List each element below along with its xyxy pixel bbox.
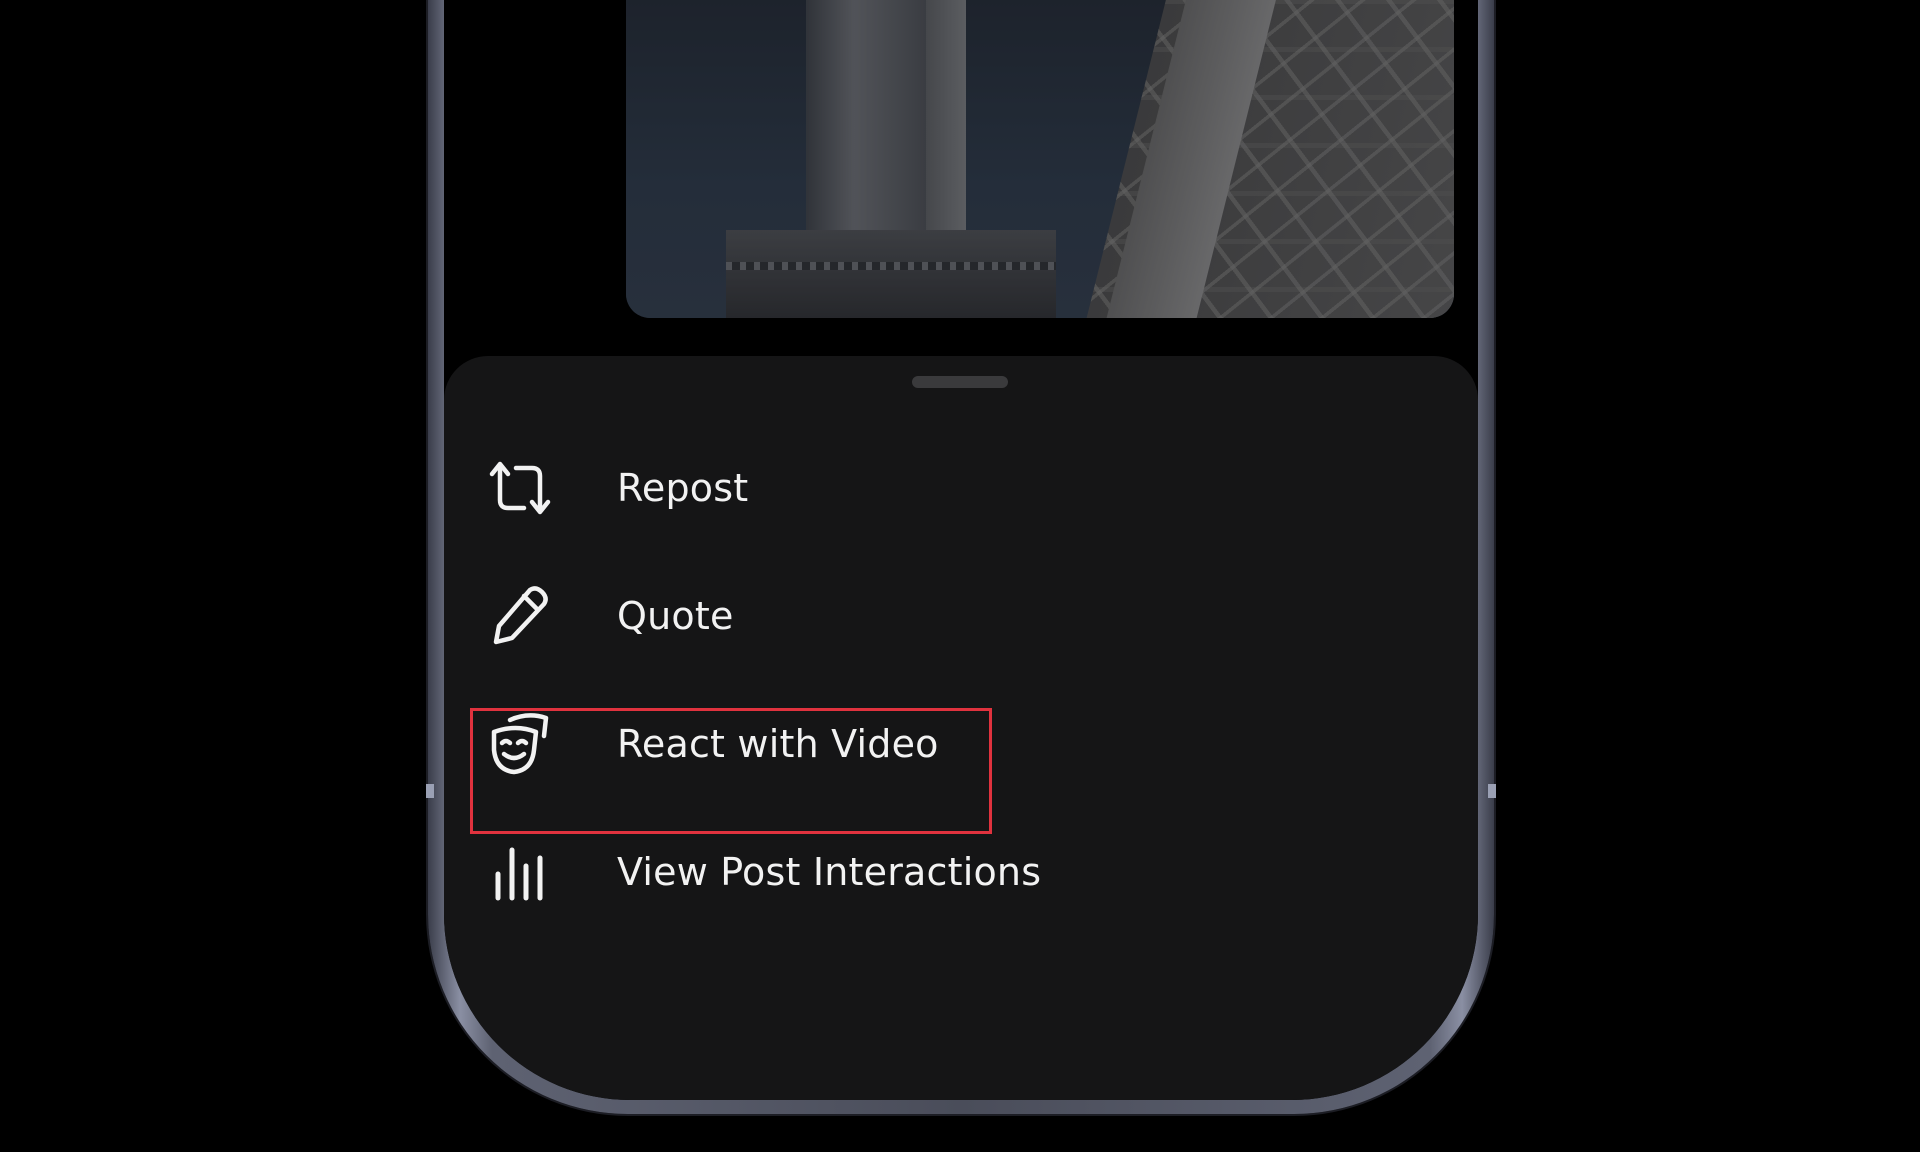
bar-chart-icon <box>484 836 556 908</box>
menu-item-label: Repost <box>617 466 749 510</box>
menu-item-label: Quote <box>617 594 734 638</box>
media-dim-overlay <box>626 0 1454 318</box>
phone-side-button-right <box>1488 784 1496 798</box>
post-media-image[interactable] <box>626 0 1454 318</box>
pencil-icon <box>484 580 556 652</box>
bottom-sheet: Repost Quote React with Video View Post … <box>444 356 1478 1100</box>
phone-side-button-left <box>426 784 434 798</box>
menu-item-repost[interactable]: Repost <box>444 424 1478 552</box>
stage: Repost Quote React with Video View Post … <box>0 0 1920 1152</box>
menu-item-label: React with Video <box>617 722 939 766</box>
menu-item-quote[interactable]: Quote <box>444 552 1478 680</box>
menu-item-view-post-interactions[interactable]: View Post Interactions <box>444 808 1478 936</box>
sheet-grabber-handle[interactable] <box>912 376 1008 388</box>
menu-item-label: View Post Interactions <box>617 850 1042 894</box>
theater-mask-icon <box>484 708 556 780</box>
repost-icon <box>484 452 556 524</box>
phone-screen: Repost Quote React with Video View Post … <box>444 0 1478 1100</box>
menu-item-react-with-video[interactable]: React with Video <box>444 680 1478 808</box>
